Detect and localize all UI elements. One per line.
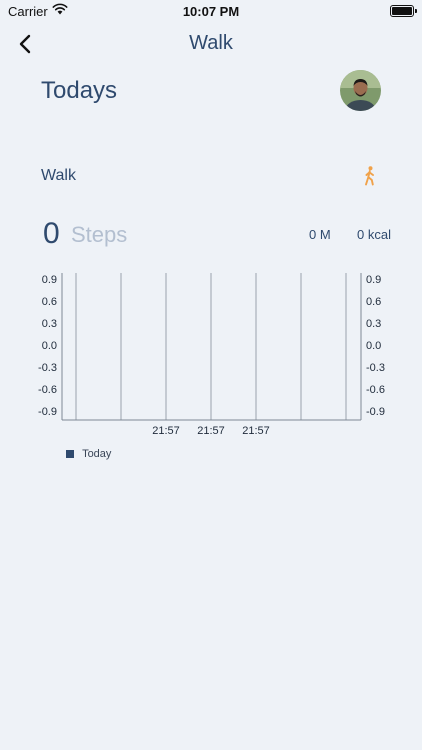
y-tick-label-left: 0.6	[42, 296, 57, 308]
y-tick-label-right: -0.3	[366, 362, 385, 374]
x-tick-label: 21:57	[152, 425, 180, 437]
y-tick-label-right: 0.9	[366, 274, 381, 286]
y-tick-label-left: 0.0	[42, 340, 57, 352]
y-tick-label-right: 0.3	[366, 318, 381, 330]
y-tick-label-left: 0.3	[42, 318, 57, 330]
y-tick-label-left: -0.6	[38, 384, 57, 396]
y-tick-label-right: 0.0	[366, 340, 381, 352]
chart-legend: Today	[66, 448, 111, 460]
y-tick-label-left: 0.9	[42, 274, 57, 286]
steps-chart: 0.9 0.9 0.6 0.6 0.3 0.3 0.0 0.0 -0.3 -0.3 -0.6 -0.6…	[38, 273, 385, 437]
y-tick-label-right: 0.6	[366, 296, 381, 308]
y-tick-label-right: -0.9	[366, 406, 385, 418]
legend-swatch	[66, 450, 74, 459]
y-tick-label-left: -0.3	[38, 362, 57, 374]
y-tick-label-left: -0.9	[38, 406, 57, 418]
x-tick-label: 21:57	[197, 425, 225, 437]
y-tick-label-right: -0.6	[366, 384, 385, 396]
x-tick-label: 21:57	[242, 425, 270, 437]
legend-label: Today	[82, 448, 112, 461]
